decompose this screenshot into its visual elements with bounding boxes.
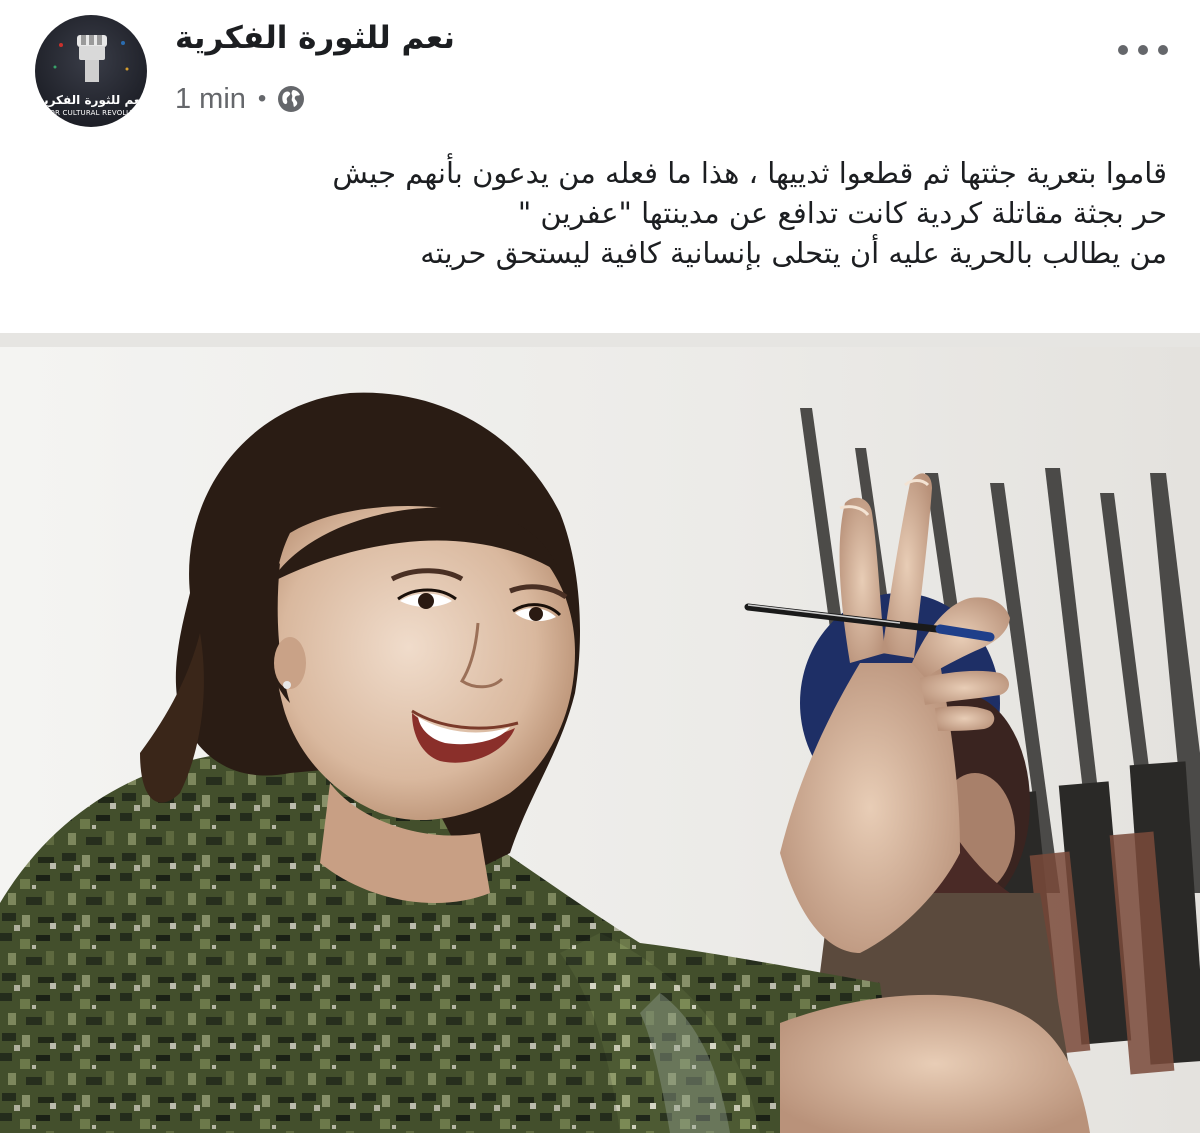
avatar-caption: نعم للثورة الفكرية: [36, 93, 146, 107]
more-options-button[interactable]: [1118, 38, 1168, 62]
post-meta: 1 min •: [175, 82, 306, 116]
post-text-line: قاموا بتعرية جثتها ثم قطعوا ثدييها ، هذا…: [332, 156, 1167, 190]
page-name-link[interactable]: نعم للثورة الفكرية: [175, 20, 455, 56]
post-text: قاموا بتعرية جثتها ثم قطعوا ثدييها ، هذا…: [27, 153, 1167, 273]
avatar-subcaption: S FOR CULTURAL REVOLUTIO: [38, 109, 144, 117]
post-text-line: حر بجثة مقاتلة كردية كانت تدافع عن مدينت…: [517, 196, 1167, 230]
page-avatar[interactable]: نعم للثورة الفكرية S FOR CULTURAL REVOLU…: [35, 15, 147, 127]
post-photo[interactable]: [0, 333, 1200, 1133]
globe-icon[interactable]: [276, 84, 306, 114]
photo-illustration: [0, 333, 1200, 1133]
post-text-line: من يطالب بالحرية عليه أن يتحلى بإنسانية …: [420, 236, 1167, 270]
more-options-icon: [1118, 45, 1128, 55]
post-header: نعم للثورة الفكرية S FOR CULTURAL REVOLU…: [0, 0, 1200, 140]
post-timestamp[interactable]: 1 min: [175, 83, 246, 116]
meta-separator: •: [257, 85, 267, 112]
